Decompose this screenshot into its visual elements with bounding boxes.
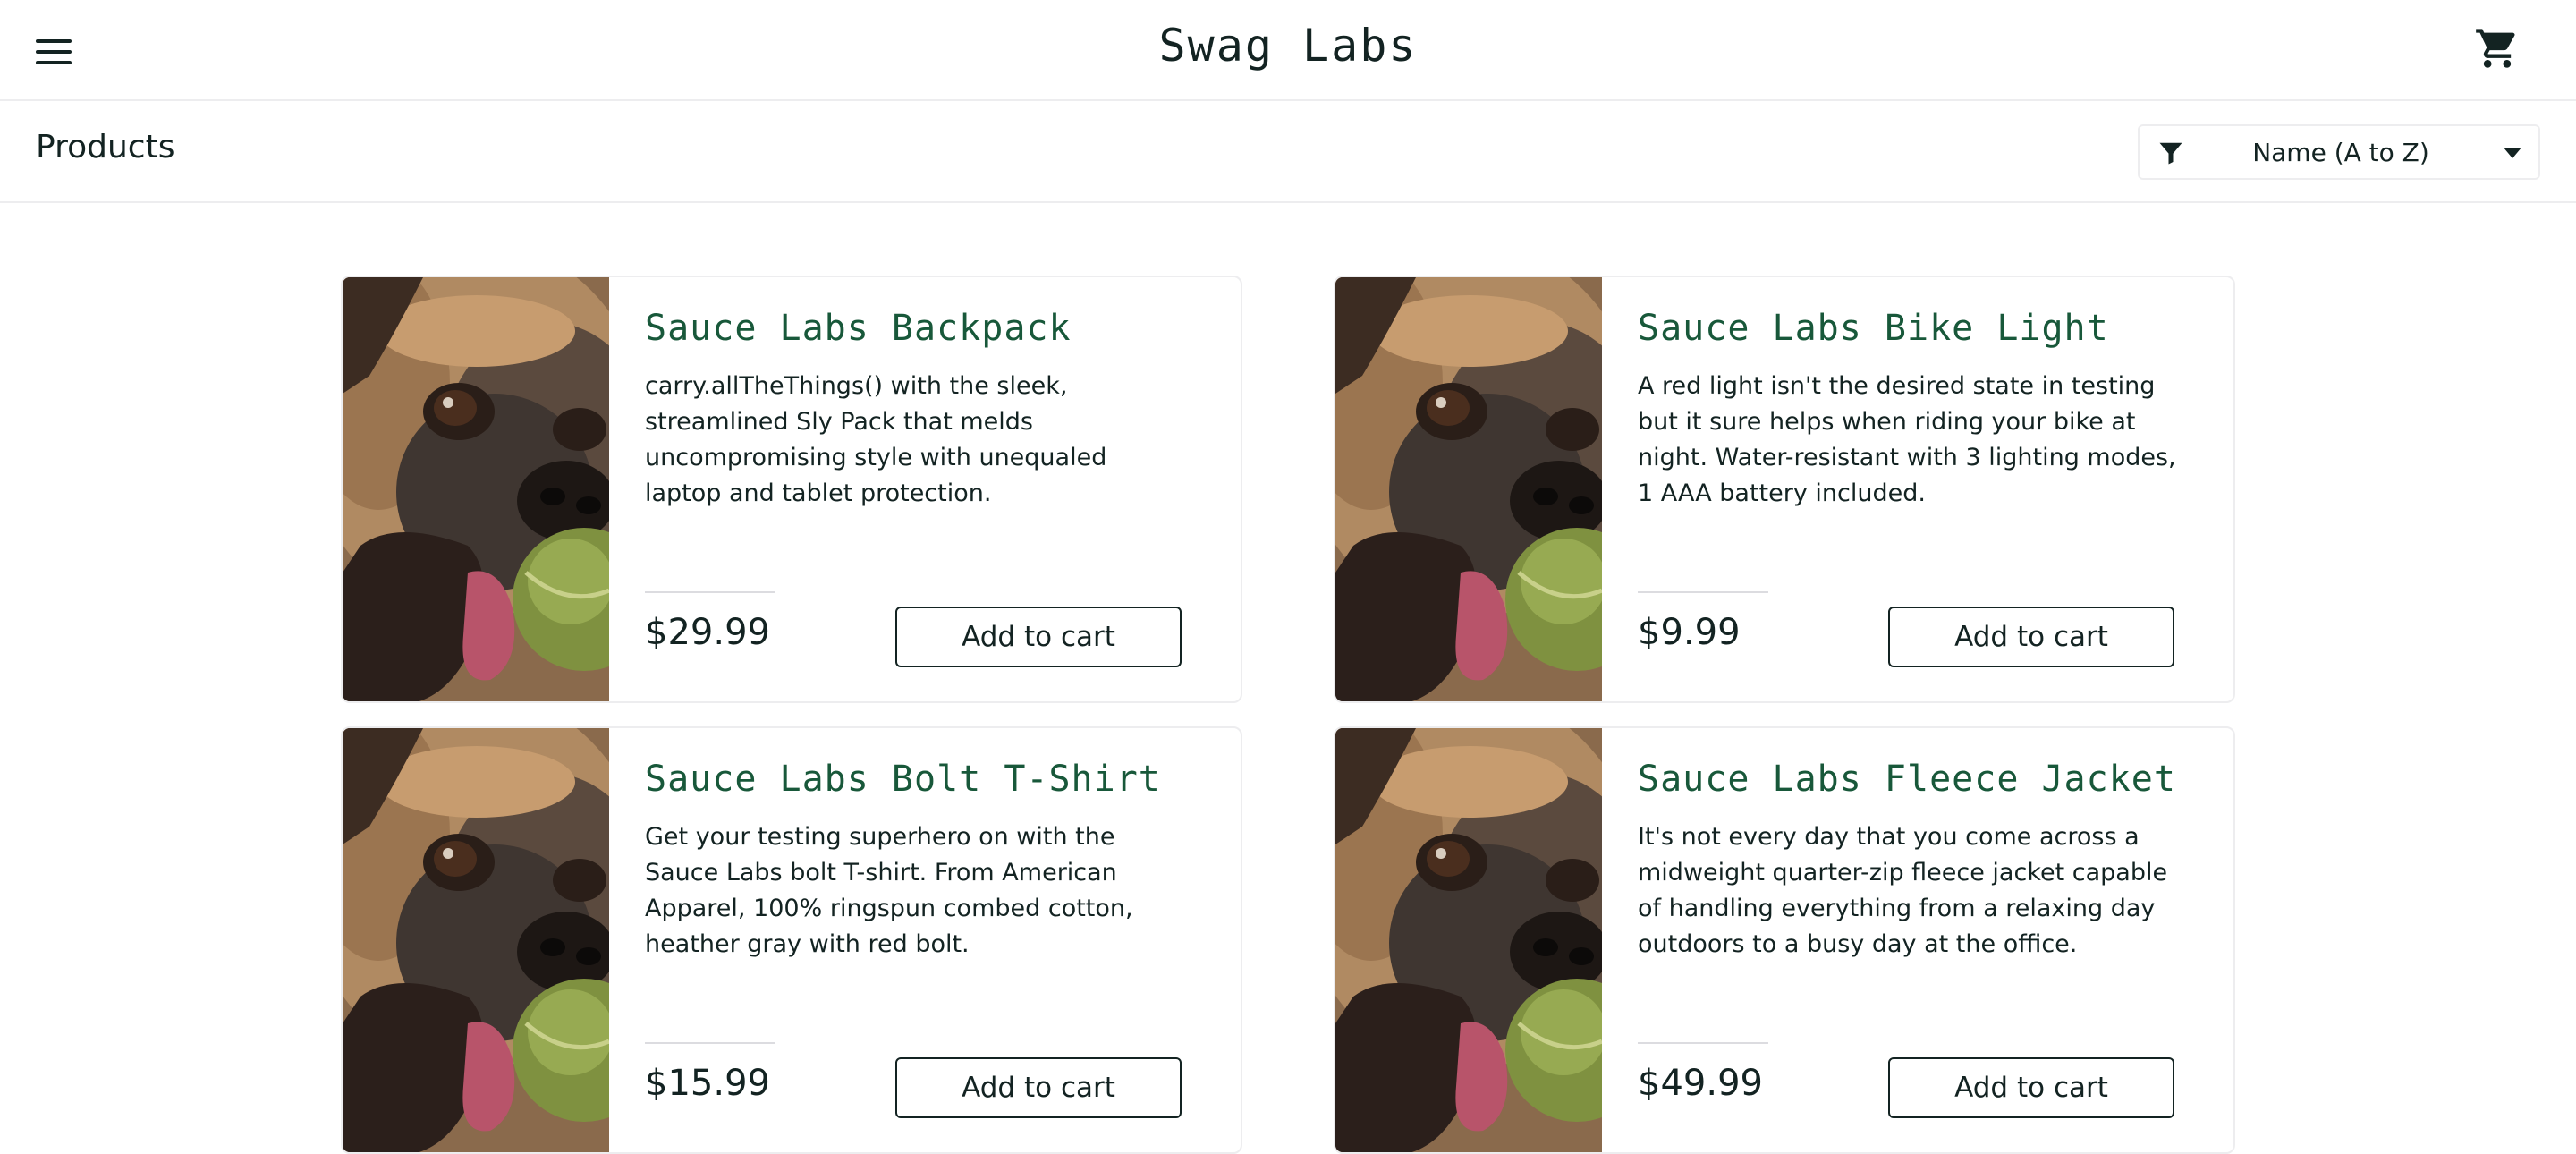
sort-dropdown[interactable]: Name (A to Z) xyxy=(2138,124,2540,180)
products-subheader: Products Name (A to Z) xyxy=(0,101,2576,203)
inventory-item: Sauce Labs Backpack carry.allTheThings()… xyxy=(341,276,1242,703)
page-title: Products xyxy=(36,129,175,165)
product-name[interactable]: Sauce Labs Backpack xyxy=(645,308,1217,349)
product-price: $9.99 xyxy=(1638,612,1741,653)
product-description: carry.allTheThings() with the sleek, str… xyxy=(645,372,1107,507)
inventory-item: Sauce Labs Bike Light A red light isn't … xyxy=(1334,276,2235,703)
product-description: A red light isn't the desired state in t… xyxy=(1638,372,2176,507)
app-title: Swag Labs xyxy=(1158,20,1418,72)
product-price: $49.99 xyxy=(1638,1063,1763,1104)
product-price: $29.99 xyxy=(645,612,770,653)
inventory-item: Sauce Labs Fleece Jacket It's not every … xyxy=(1334,726,2235,1154)
product-price: $15.99 xyxy=(645,1063,770,1104)
sort-selected-value: Name (A to Z) xyxy=(2252,138,2429,167)
inventory-item: Sauce Labs Bolt T-Shirt Get your testing… xyxy=(341,726,1242,1154)
product-description: Get your testing superhero on with the S… xyxy=(645,823,1133,958)
product-image[interactable] xyxy=(1335,277,1602,703)
price-divider xyxy=(1638,1042,1768,1044)
product-name[interactable]: Sauce Labs Bolt T-Shirt xyxy=(645,759,1217,800)
add-to-cart-button[interactable]: Add to cart xyxy=(895,607,1182,667)
add-to-cart-button[interactable]: Add to cart xyxy=(895,1057,1182,1118)
price-divider xyxy=(1638,591,1768,593)
product-name[interactable]: Sauce Labs Bike Light xyxy=(1638,308,2210,349)
chevron-down-icon xyxy=(2504,148,2521,158)
price-divider xyxy=(645,591,775,593)
add-to-cart-button[interactable]: Add to cart xyxy=(1888,607,2174,667)
shopping-cart-icon[interactable] xyxy=(2474,25,2521,72)
product-image[interactable] xyxy=(343,728,609,1154)
add-to-cart-button[interactable]: Add to cart xyxy=(1888,1057,2174,1118)
product-image[interactable] xyxy=(343,277,609,703)
product-description: It's not every day that you come across … xyxy=(1638,823,2168,958)
product-name[interactable]: Sauce Labs Fleece Jacket xyxy=(1638,759,2210,800)
app-header: Swag Labs xyxy=(0,0,2576,101)
product-image[interactable] xyxy=(1335,728,1602,1154)
price-divider xyxy=(645,1042,775,1044)
